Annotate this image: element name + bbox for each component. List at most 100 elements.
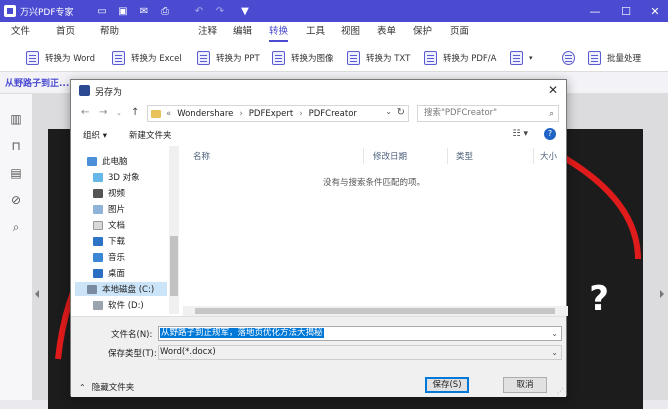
settings-button[interactable] <box>562 50 581 66</box>
menu-file[interactable]: 文件 <box>11 22 30 42</box>
column-name[interactable]: 名称 <box>193 150 210 162</box>
prev-page-icon[interactable] <box>35 290 39 298</box>
menu-tools[interactable]: 工具 <box>306 22 325 42</box>
redo-icon[interactable]: ↷ <box>213 4 227 18</box>
to-image-label: 转换为图像 <box>291 54 334 64</box>
menu-protect[interactable]: 保护 <box>413 22 432 42</box>
view-options-icon[interactable]: ☷ ▾ <box>513 129 528 139</box>
filename-input[interactable]: 从野路子到正规军，落地页优化方法大揭秘 ⌄ <box>158 326 562 341</box>
tree-scroll-thumb[interactable] <box>170 236 178 296</box>
to-image-button[interactable]: 转换为图像 <box>272 50 334 66</box>
menu-view[interactable]: 视图 <box>341 22 360 42</box>
batch-icon <box>588 51 601 65</box>
column-type[interactable]: 类型 <box>456 150 473 162</box>
document-tab[interactable]: 从野路子到正... <box>5 76 69 89</box>
breadcrumb-item[interactable]: PDFExpert <box>249 109 293 119</box>
address-dropdown-icon[interactable]: ⌄ <box>385 107 392 116</box>
search-box[interactable]: 搜索"PDFCreator" ⌕ <box>417 105 559 122</box>
menu-edit[interactable]: 编辑 <box>233 22 252 42</box>
folder-icon[interactable]: ▭ <box>95 4 109 18</box>
save-button[interactable]: 保存(S) <box>425 377 469 393</box>
customize-dropdown-icon[interactable]: ▼ <box>238 4 252 18</box>
tree-item-pictures[interactable]: 图片 <box>93 202 125 216</box>
bookmark-icon[interactable]: ⊓ <box>9 139 23 153</box>
attachment-icon[interactable]: ⊘ <box>9 193 23 207</box>
organize-button[interactable]: 组织 ▾ <box>83 129 107 141</box>
tree-label: 软件 (D:) <box>108 301 144 311</box>
up-icon[interactable]: ↑ <box>131 107 139 118</box>
ppt-icon <box>197 51 210 65</box>
back-icon[interactable]: ← <box>81 107 89 118</box>
refresh-icon[interactable]: ↻ <box>397 107 405 118</box>
dialog-title: 另存为 <box>95 88 123 98</box>
breadcrumb-overflow[interactable]: « <box>166 109 171 119</box>
tree-item-drive-d[interactable]: 软件 (D:) <box>93 298 144 312</box>
next-page-icon[interactable] <box>660 290 664 298</box>
tree-label: 本地磁盘 (C:) <box>102 285 155 295</box>
maximize-button[interactable]: ☐ <box>611 0 641 22</box>
excel-icon <box>112 51 125 65</box>
help-icon[interactable]: ? <box>544 128 556 140</box>
tree-item-documents[interactable]: 文档 <box>93 218 125 232</box>
file-list-scrollbar[interactable] <box>183 306 568 316</box>
search-icon[interactable]: ⌕ <box>9 220 23 234</box>
menu-convert[interactable]: 转换 <box>269 22 289 42</box>
batch-button[interactable]: 批量处理 <box>588 50 641 66</box>
to-word-button[interactable]: 转换为 Word <box>26 50 95 66</box>
hide-folders-toggle[interactable]: ⌃ 隐藏文件夹 <box>79 381 134 394</box>
desktop-icon <box>93 268 103 278</box>
print-icon[interactable]: ⎙ <box>158 4 172 18</box>
thumbnails-icon[interactable]: ▥ <box>9 112 23 126</box>
menu-page[interactable]: 页面 <box>450 22 469 42</box>
forward-icon[interactable]: → <box>99 107 107 118</box>
file-scroll-thumb[interactable] <box>195 308 555 314</box>
tree-item-3d[interactable]: 3D 对象 <box>93 170 140 184</box>
to-ppt-button[interactable]: 转换为 PPT <box>197 50 260 66</box>
new-folder-button[interactable]: 新建文件夹 <box>129 129 172 141</box>
tree-item-videos[interactable]: 视频 <box>93 186 125 200</box>
tree-item-drive-c[interactable]: 本地磁盘 (C:) <box>75 282 167 296</box>
to-txt-button[interactable]: 转换为 TXT <box>347 50 410 66</box>
column-divider[interactable] <box>533 148 534 164</box>
tree-item-desktop[interactable]: 桌面 <box>93 266 125 280</box>
recent-dropdown-icon[interactable]: ⌄ <box>116 109 122 117</box>
save-icon[interactable]: ▣ <box>116 4 130 18</box>
drive-icon <box>87 284 97 294</box>
menu-comment[interactable]: 注释 <box>198 22 217 42</box>
image-icon <box>272 51 285 65</box>
dialog-title-bar: 另存为 ✕ <box>71 80 566 102</box>
undo-icon[interactable]: ↶ <box>192 4 206 18</box>
to-excel-button[interactable]: 转换为 Excel <box>112 50 182 66</box>
to-word-label: 转换为 Word <box>45 54 96 64</box>
menu-help[interactable]: 帮助 <box>100 22 119 42</box>
menu-form[interactable]: 表单 <box>377 22 396 42</box>
tree-item-this-pc[interactable]: 此电脑 <box>87 154 128 168</box>
mail-icon[interactable]: ✉ <box>137 4 151 18</box>
comment-icon[interactable]: ▤ <box>9 166 23 180</box>
chevron-down-icon[interactable]: ⌄ <box>551 327 558 340</box>
column-size[interactable]: 大小 <box>540 150 557 162</box>
filename-label: 文件名(N): <box>111 330 153 340</box>
close-button[interactable]: ✕ <box>640 0 668 22</box>
column-divider[interactable] <box>447 148 448 164</box>
cancel-button[interactable]: 取消 <box>503 377 547 393</box>
to-pdfa-button[interactable]: 转换为 PDF/A <box>424 50 496 66</box>
navigation-row: ← → ⌄ ↑ « Wondershare › PDFExpert › PDFC… <box>71 102 566 124</box>
minimize-button[interactable]: — <box>580 0 610 22</box>
address-bar[interactable]: « Wondershare › PDFExpert › PDFCreator ⌄… <box>147 105 409 122</box>
dialog-close-icon[interactable]: ✕ <box>548 83 558 97</box>
column-divider[interactable] <box>363 148 364 164</box>
resize-grip-icon[interactable]: ⋰ <box>557 387 564 395</box>
chevron-down-icon[interactable]: ⌄ <box>551 346 558 359</box>
tree-item-music[interactable]: 音乐 <box>93 250 125 264</box>
breadcrumb-item[interactable]: Wondershare <box>177 109 233 119</box>
more-convert-button[interactable]: ▾ <box>510 50 533 66</box>
tree-item-downloads[interactable]: 下载 <box>93 234 125 248</box>
tree-scrollbar[interactable] <box>169 146 179 314</box>
column-modified[interactable]: 修改日期 <box>373 150 407 162</box>
app-logo-icon <box>4 5 16 17</box>
breadcrumb-item[interactable]: PDFCreator <box>309 109 357 119</box>
menu-home[interactable]: 首页 <box>56 22 75 42</box>
save-as-dialog: 另存为 ✕ ← → ⌄ ↑ « Wondershare › PDFExpert … <box>70 79 568 397</box>
filetype-select[interactable]: Word(*.docx) ⌄ <box>158 345 562 360</box>
